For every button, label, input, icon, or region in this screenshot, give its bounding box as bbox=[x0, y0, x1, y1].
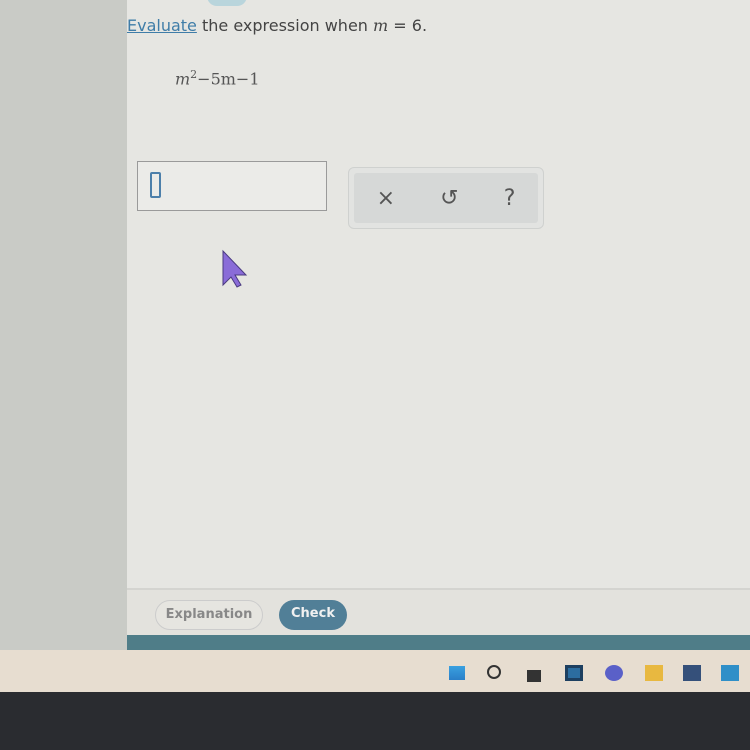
left-sidebar bbox=[0, 0, 127, 650]
expression: m2−5m−1 bbox=[175, 68, 260, 89]
search-icon[interactable] bbox=[487, 665, 501, 679]
help-button[interactable]: ? bbox=[504, 186, 516, 211]
explanation-button[interactable]: Explanation bbox=[155, 600, 263, 630]
answer-input[interactable] bbox=[137, 161, 327, 211]
widgets-icon[interactable] bbox=[527, 670, 541, 682]
taskbar bbox=[0, 650, 750, 692]
question-prompt: Evaluate the expression when m = 6. bbox=[127, 16, 428, 35]
mouse-pointer-icon bbox=[222, 249, 248, 288]
bottom-strip bbox=[127, 635, 750, 650]
footer-bar: Explanation Check bbox=[127, 588, 750, 635]
undo-button[interactable]: ↺ bbox=[440, 186, 458, 211]
top-tab[interactable] bbox=[207, 0, 247, 6]
answer-toolbar: × ↺ ? bbox=[348, 167, 544, 229]
mail-icon[interactable] bbox=[721, 665, 739, 681]
clear-button[interactable]: × bbox=[377, 186, 395, 211]
store-icon[interactable] bbox=[683, 665, 701, 681]
question-panel: Evaluate the expression when m = 6. m2−5… bbox=[127, 0, 750, 650]
task-view-icon[interactable] bbox=[565, 665, 583, 681]
input-cursor bbox=[150, 172, 161, 198]
file-explorer-icon[interactable] bbox=[645, 665, 663, 681]
windows-start-icon[interactable] bbox=[448, 665, 466, 681]
check-button[interactable]: Check bbox=[279, 600, 347, 630]
teams-chat-icon[interactable] bbox=[605, 665, 623, 681]
evaluate-link[interactable]: Evaluate bbox=[127, 16, 197, 35]
